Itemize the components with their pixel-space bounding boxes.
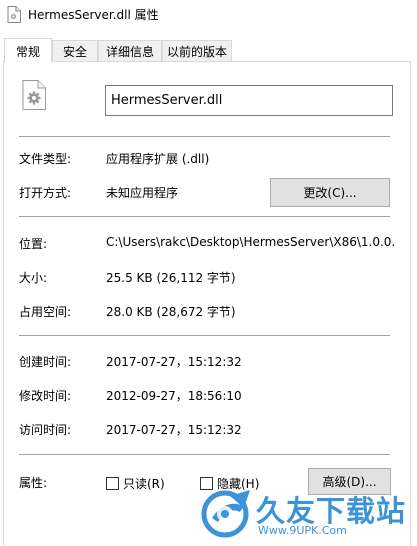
checkbox-box[interactable] [106,477,119,490]
file-type-label: 文件类型: [19,152,72,166]
tab-previous-versions[interactable]: 以前的版本 [162,40,232,62]
filename-field[interactable]: HermesServer.dll [105,85,393,116]
title-bar: HermesServer.dll 属性 [0,0,417,30]
attributes-label: 属性: [19,476,48,490]
readonly-checkbox[interactable]: 只读(R) [106,475,165,492]
tab-security[interactable]: 安全 [52,40,98,62]
dll-file-icon [7,6,21,23]
size-on-disk-value: 28.0 KB (28,672 字节) [106,305,236,319]
divider [19,136,390,137]
9upk-logo-icon [201,490,250,538]
tab-details[interactable]: 详细信息 [98,40,162,62]
size-value: 25.5 KB (26,112 字节) [106,271,236,285]
divider [19,454,390,455]
open-with-label: 打开方式: [19,186,72,200]
open-with-value: 未知应用程序 [106,186,179,200]
readonly-label: 只读(R) [123,477,165,491]
modified-value: 2012-09-27，18:56:10 [106,389,242,403]
divider [19,216,390,217]
tab-strip: 常规 安全 详细信息 以前的版本 [0,38,417,63]
window-title: HermesServer.dll 属性 [28,8,159,22]
accessed-value: 2017-07-27，15:12:32 [106,423,242,437]
dll-file-gear-icon [22,80,46,110]
modified-label: 修改时间: [19,389,72,403]
divider [19,335,390,336]
accessed-label: 访问时间: [19,423,72,437]
size-on-disk-label: 占用空间: [19,305,72,319]
created-label: 创建时间: [19,355,72,369]
change-button[interactable]: 更改(C)... [270,178,390,207]
tab-general[interactable]: 常规 [4,38,52,63]
created-value: 2017-07-27，15:12:32 [106,355,242,369]
watermark-url: Www.9UPK.Com [258,524,347,537]
location-label: 位置: [19,237,48,251]
size-label: 大小: [19,271,48,285]
location-value: C:\Users\rakc\Desktop\HermesServer\X86\1… [106,235,394,249]
site-watermark: 久友下载站 Www.9UPK.Com [200,486,415,542]
file-type-value: 应用程序扩展 (.dll) [106,152,210,166]
